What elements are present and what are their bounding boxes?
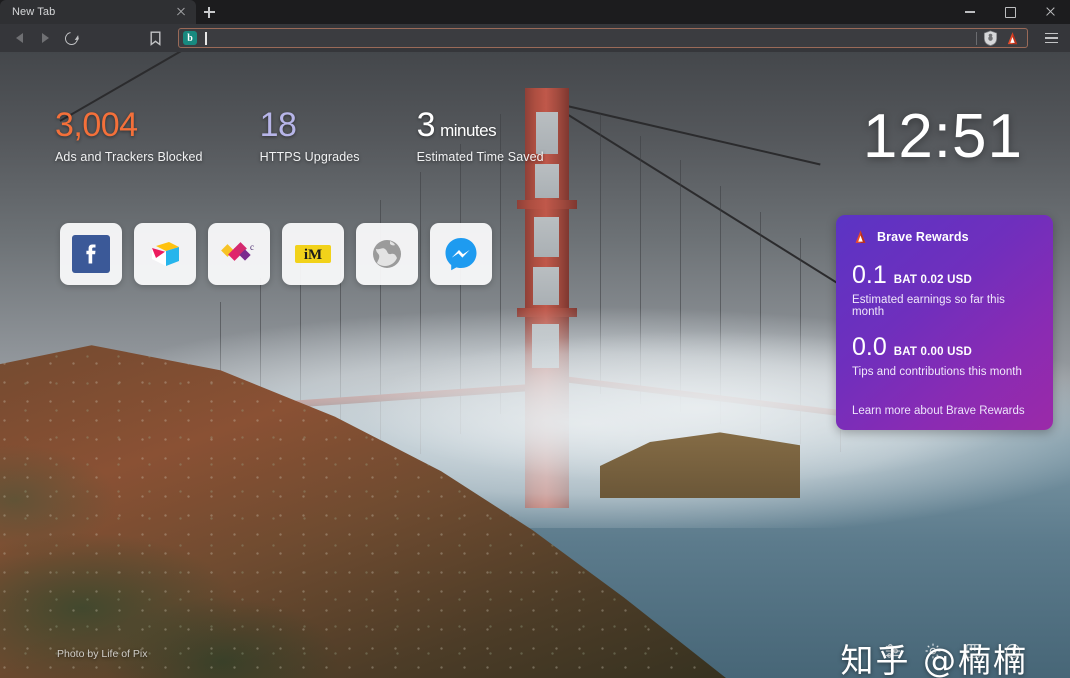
new-tab-button[interactable]	[196, 0, 222, 24]
omnibox-divider	[976, 32, 977, 45]
bookmark-icon	[149, 31, 162, 46]
tile-globe-app[interactable]	[356, 223, 418, 285]
rewards-header: Brave Rewards	[852, 229, 1037, 245]
tile-box-app[interactable]	[134, 223, 196, 285]
maximize-button[interactable]	[990, 0, 1030, 24]
brave-lion-icon	[852, 229, 869, 245]
minimize-button[interactable]	[950, 0, 990, 24]
tips-row: 0.0 BAT 0.00 USD	[852, 335, 1037, 360]
close-tab-icon[interactable]	[174, 5, 188, 19]
im-app-icon: iM	[293, 242, 333, 266]
stat-value: 3 minutes	[417, 108, 544, 142]
close-window-button[interactable]	[1030, 0, 1070, 24]
bridge-crossbeam	[517, 200, 577, 209]
back-arrow-icon	[16, 33, 23, 43]
tile-facebook[interactable]	[60, 223, 122, 285]
privacy-stats: 3,004 Ads and Trackers Blocked 18 HTTPS …	[55, 108, 544, 164]
tower-opening	[535, 164, 559, 198]
menu-line	[1045, 42, 1058, 43]
tile-im-app[interactable]: iM	[282, 223, 344, 285]
menu-line	[1045, 37, 1058, 38]
reload-button[interactable]	[58, 25, 84, 51]
reload-icon	[62, 29, 80, 47]
top-sites: c iM	[60, 223, 492, 285]
earnings-label: Estimated earnings so far this month	[852, 294, 1037, 318]
rewards-learn-more-link[interactable]: Learn more about Brave Rewards	[852, 405, 1025, 417]
tile-messenger[interactable]	[430, 223, 492, 285]
tips-value: 0.0	[852, 335, 887, 360]
brave-rewards-card[interactable]: Brave Rewards 0.1 BAT 0.02 USD Estimated…	[836, 215, 1053, 430]
stat-value: 18	[260, 108, 360, 142]
browser-menu-button[interactable]	[1038, 25, 1064, 51]
earnings-bat: BAT 0.02 USD	[894, 275, 972, 287]
globe-icon	[370, 237, 404, 271]
omnibox-actions	[976, 30, 1023, 46]
new-tab-page: 3,004 Ads and Trackers Blocked 18 HTTPS …	[0, 52, 1070, 678]
brave-lion-icon[interactable]	[1004, 31, 1021, 46]
menu-line	[1045, 33, 1058, 34]
stat-label: HTTPS Upgrades	[260, 150, 360, 164]
text-caret	[205, 32, 207, 45]
box-app-icon	[146, 237, 184, 271]
bookmark-button[interactable]	[142, 25, 168, 51]
browser-window: New Tab b	[0, 0, 1070, 678]
svg-text:iM: iM	[304, 247, 322, 263]
photo-credit: Photo by Life of Pix	[57, 648, 147, 660]
tips-bat: BAT 0.00 USD	[894, 347, 972, 359]
back-button[interactable]	[6, 25, 32, 51]
stat-unit: minutes	[440, 121, 496, 140]
search-engine-icon: b	[183, 31, 197, 45]
earnings-value: 0.1	[852, 263, 887, 288]
tab-new-tab[interactable]: New Tab	[0, 0, 196, 24]
stat-time-saved: 3 minutes Estimated Time Saved	[417, 108, 544, 164]
watermark: 知乎 @楠楠	[841, 634, 1029, 678]
stat-value: 3,004	[55, 108, 203, 142]
tab-title: New Tab	[12, 6, 174, 18]
tower-opening	[534, 217, 559, 257]
stat-https-upgrades: 18 HTTPS Upgrades	[260, 108, 360, 164]
stat-label: Ads and Trackers Blocked	[55, 150, 203, 164]
shield-icon[interactable]	[983, 30, 998, 46]
rewards-title: Brave Rewards	[877, 230, 969, 244]
earnings-row: 0.1 BAT 0.02 USD	[852, 263, 1037, 288]
window-controls	[950, 0, 1070, 24]
stat-number: 3	[417, 106, 435, 144]
title-bar: New Tab	[0, 0, 1070, 24]
diamonds-app-icon: c	[220, 239, 258, 269]
address-bar[interactable]: b	[178, 28, 1028, 48]
tips-label: Tips and contributions this month	[852, 366, 1037, 378]
stat-ads-blocked: 3,004 Ads and Trackers Blocked	[55, 108, 203, 164]
facebook-icon	[72, 235, 110, 273]
forward-button[interactable]	[32, 25, 58, 51]
clock: 12:51	[863, 106, 1023, 168]
forward-arrow-icon	[42, 33, 49, 43]
tile-diamonds-app[interactable]: c	[208, 223, 270, 285]
svg-text:c: c	[250, 242, 254, 252]
rewards-tips: 0.0 BAT 0.00 USD Tips and contributions …	[852, 335, 1037, 378]
stat-label: Estimated Time Saved	[417, 150, 544, 164]
rewards-earnings: 0.1 BAT 0.02 USD Estimated earnings so f…	[852, 263, 1037, 318]
messenger-icon	[443, 236, 479, 272]
browser-toolbar: b	[0, 24, 1070, 52]
